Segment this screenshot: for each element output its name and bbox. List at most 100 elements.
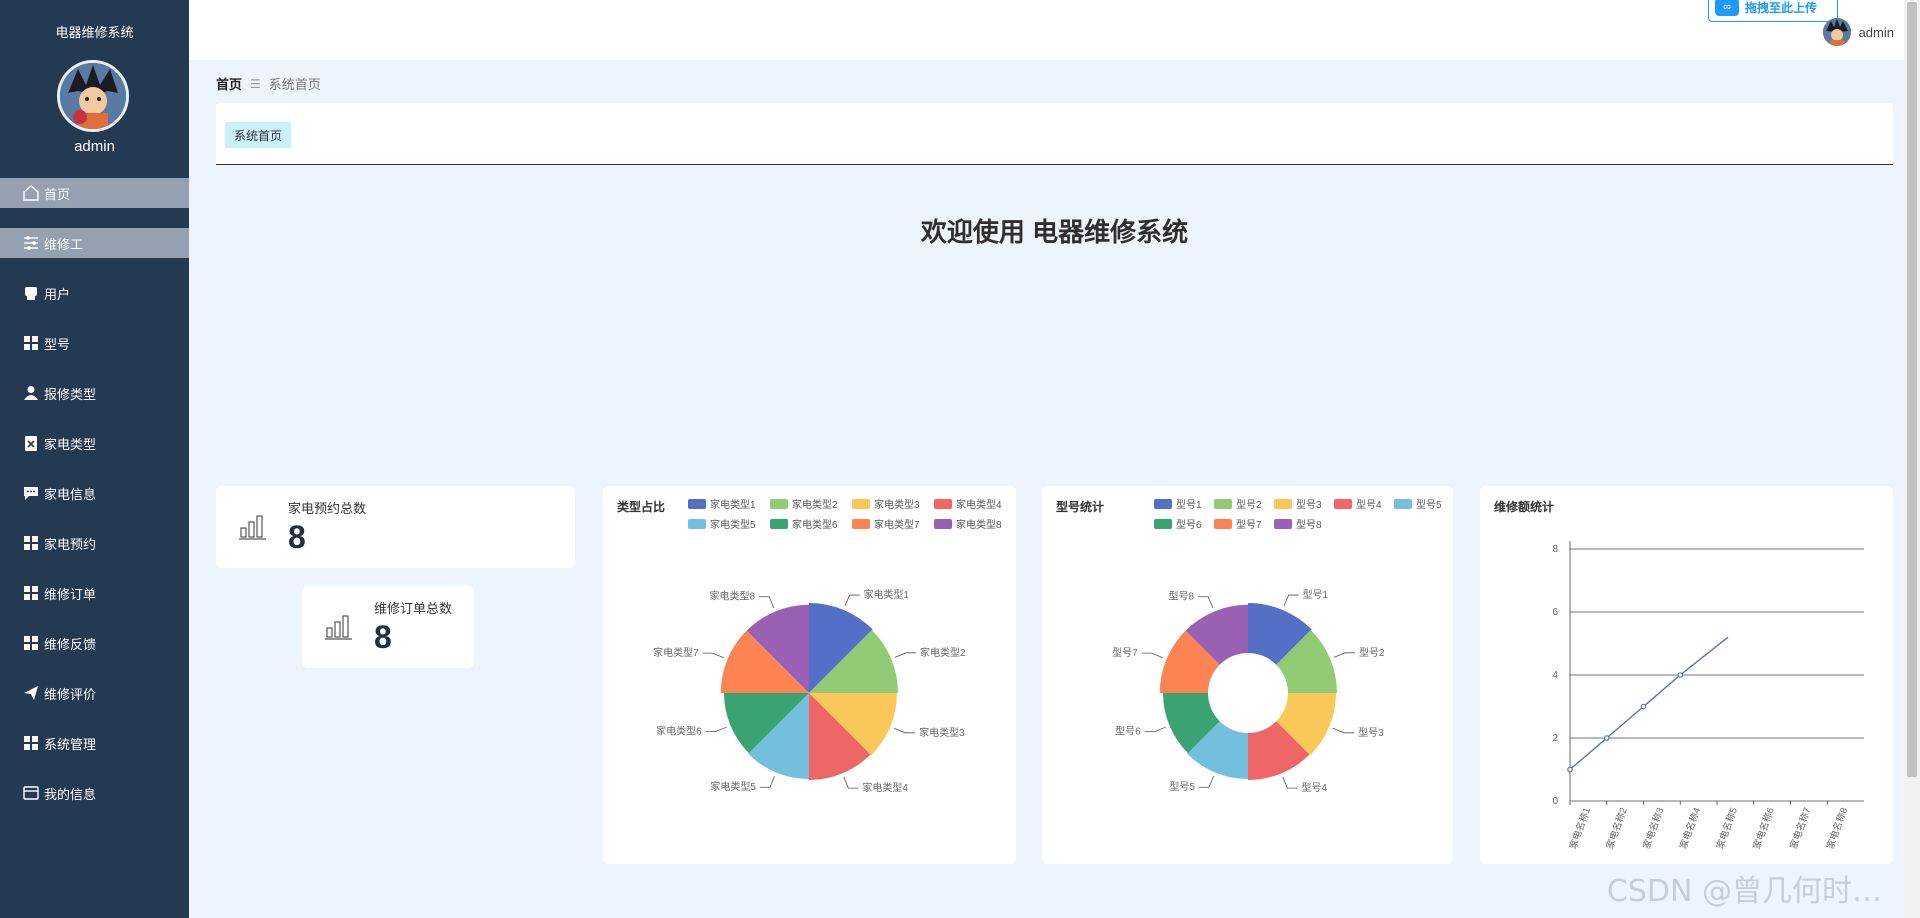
sidebar-item-5[interactable]: 家电类型 — [0, 428, 189, 458]
x-tick-label: 家电名称4 — [1677, 806, 1703, 851]
stat-value: 8 — [288, 519, 306, 555]
message-icon — [22, 484, 40, 502]
slice-label: 型号3 — [1358, 726, 1384, 739]
x-tick-label: 家电名称7 — [1787, 806, 1813, 851]
line-point[interactable] — [1603, 735, 1610, 741]
legend-label: 家电类型1 — [710, 498, 756, 511]
sidebar-item-label: 用户 — [44, 286, 71, 302]
legend-swatch[interactable] — [1334, 499, 1352, 509]
sidebar-item-1[interactable]: 维修工 — [0, 228, 189, 258]
sidebar-item-10[interactable]: 维修评价 — [0, 678, 189, 708]
breadcrumb: 首页 ☰ 系统首页 — [216, 74, 321, 93]
scrollbar-thumb[interactable] — [1907, 2, 1917, 777]
slice-label: 家电类型8 — [710, 590, 756, 603]
sidebar-item-11[interactable]: 系统管理 — [0, 728, 189, 758]
legend-swatch[interactable] — [1274, 499, 1292, 509]
stat-value: 8 — [374, 619, 392, 655]
legend-swatch[interactable] — [1214, 519, 1232, 529]
y-tick-label: 8 — [1552, 544, 1558, 555]
slice-label: 型号6 — [1115, 725, 1141, 738]
line-point[interactable] — [1567, 766, 1573, 773]
legend-swatch[interactable] — [1154, 499, 1172, 509]
watermark: CSDN @曾几何时… — [1606, 874, 1882, 909]
legend-swatch[interactable] — [770, 499, 788, 509]
sidebar-item-9[interactable]: 维修反馈 — [0, 628, 189, 658]
sidebar-item-label: 家电预约 — [44, 536, 97, 552]
label-leader — [705, 726, 727, 733]
legend-label: 家电类型7 — [874, 518, 920, 531]
legend-swatch[interactable] — [688, 499, 706, 509]
breadcrumb-home[interactable]: 首页 — [216, 74, 242, 93]
legend-label: 家电类型6 — [792, 518, 838, 531]
label-leader — [759, 775, 775, 788]
x-tick-label: 家电名称8 — [1824, 806, 1850, 851]
legend-swatch[interactable] — [852, 519, 870, 529]
slice-label: 型号5 — [1169, 780, 1195, 793]
send-icon — [22, 684, 40, 702]
upload-button[interactable]: ∞ 拖拽至此上传 — [1708, 0, 1838, 22]
legend-swatch[interactable] — [1274, 519, 1292, 529]
grid-icon — [22, 634, 40, 652]
slice-label: 家电类型3 — [919, 726, 965, 739]
bar-chart-icon — [239, 515, 266, 540]
home-icon — [22, 184, 40, 202]
type-ratio-chart: 家电类型1 家电类型2 家电类型3 家电类型4 家电类型5 家电类型6 家电类型7 家电类型8… — [653, 498, 1002, 794]
header-user[interactable]: admin — [1822, 18, 1894, 46]
legend-label: 型号5 — [1416, 498, 1442, 511]
legend-label: 型号3 — [1296, 498, 1322, 511]
sidebar-item-12[interactable]: 我的信息 — [0, 778, 189, 808]
x-tick-label: 家电名称5 — [1714, 806, 1740, 851]
line-point[interactable] — [1640, 703, 1647, 710]
legend-swatch[interactable] — [770, 519, 788, 529]
legend-swatch[interactable] — [852, 499, 870, 509]
slice-label: 家电类型5 — [710, 780, 756, 793]
sidebar-item-4[interactable]: 报修类型 — [0, 378, 189, 408]
slice-label: 型号8 — [1169, 590, 1195, 603]
x-tick-label: 家电名称3 — [1640, 806, 1666, 851]
stat-label: 家电预约总数 — [288, 501, 367, 516]
y-tick-label: 2 — [1552, 733, 1558, 744]
sidebar-item-3[interactable]: 型号 — [0, 328, 189, 358]
sidebar-item-2[interactable]: 用户 — [0, 278, 189, 308]
legend-label: 型号4 — [1356, 498, 1382, 511]
legend-label: 家电类型2 — [792, 498, 838, 511]
slice-label: 家电类型2 — [920, 646, 966, 659]
legend-swatch[interactable] — [1154, 519, 1172, 529]
card-icon — [22, 784, 40, 802]
label-leader — [1283, 594, 1299, 607]
chart-card-type-ratio: 类型占比 家电类型1 家电类型2 家电类型3 家电类型4 家电类型5 家电类型6 家电类型7… — [603, 486, 1016, 864]
page-scrollbar[interactable] — [1904, 0, 1920, 918]
legend-swatch[interactable] — [688, 519, 706, 529]
slice-label: 型号4 — [1301, 781, 1327, 794]
sidebar-item-label: 家电类型 — [44, 436, 97, 452]
header-avatar — [1822, 18, 1851, 46]
slice-label: 家电类型7 — [653, 646, 699, 659]
legend-label: 家电类型4 — [956, 498, 1002, 511]
slice-label: 家电类型1 — [864, 588, 910, 601]
stat-card-orders: 维修订单总数 8 — [302, 586, 474, 668]
repair-amount-chart: 0 2 4 6 8 家电名称1 家电名称2 家电名称3 家电名称4 家电名称5 家电名称6 家电名称7… — [1552, 541, 1864, 851]
legend-label: 家电类型3 — [874, 498, 920, 511]
legend-swatch[interactable] — [1214, 499, 1232, 509]
label-leader — [1332, 727, 1355, 734]
avatar[interactable] — [57, 60, 129, 132]
label-leader — [1144, 726, 1166, 733]
sidebar-item-label: 家电信息 — [44, 486, 97, 502]
tag-home[interactable]: 系统首页 — [225, 122, 292, 148]
breadcrumb-current: 系统首页 — [268, 77, 321, 92]
sidebar-item-7[interactable]: 家电预约 — [0, 528, 189, 558]
sidebar-item-8[interactable]: 维修订单 — [0, 578, 189, 608]
sidebar-item-6[interactable]: 家电信息 — [0, 478, 189, 508]
y-tick-label: 6 — [1552, 607, 1558, 618]
line-point[interactable] — [1677, 672, 1684, 678]
sidebar-item-0[interactable]: 首页 — [0, 178, 189, 208]
legend-swatch[interactable] — [934, 519, 952, 529]
sidebar-username: admin — [74, 138, 115, 155]
legend-label: 型号1 — [1176, 498, 1202, 511]
sidebar-item-label: 维修工 — [44, 236, 84, 252]
header-username: admin — [1858, 24, 1894, 40]
grid-icon — [22, 584, 40, 602]
legend-label: 型号2 — [1236, 498, 1262, 511]
legend-swatch[interactable] — [1394, 499, 1412, 509]
legend-swatch[interactable] — [934, 499, 952, 509]
